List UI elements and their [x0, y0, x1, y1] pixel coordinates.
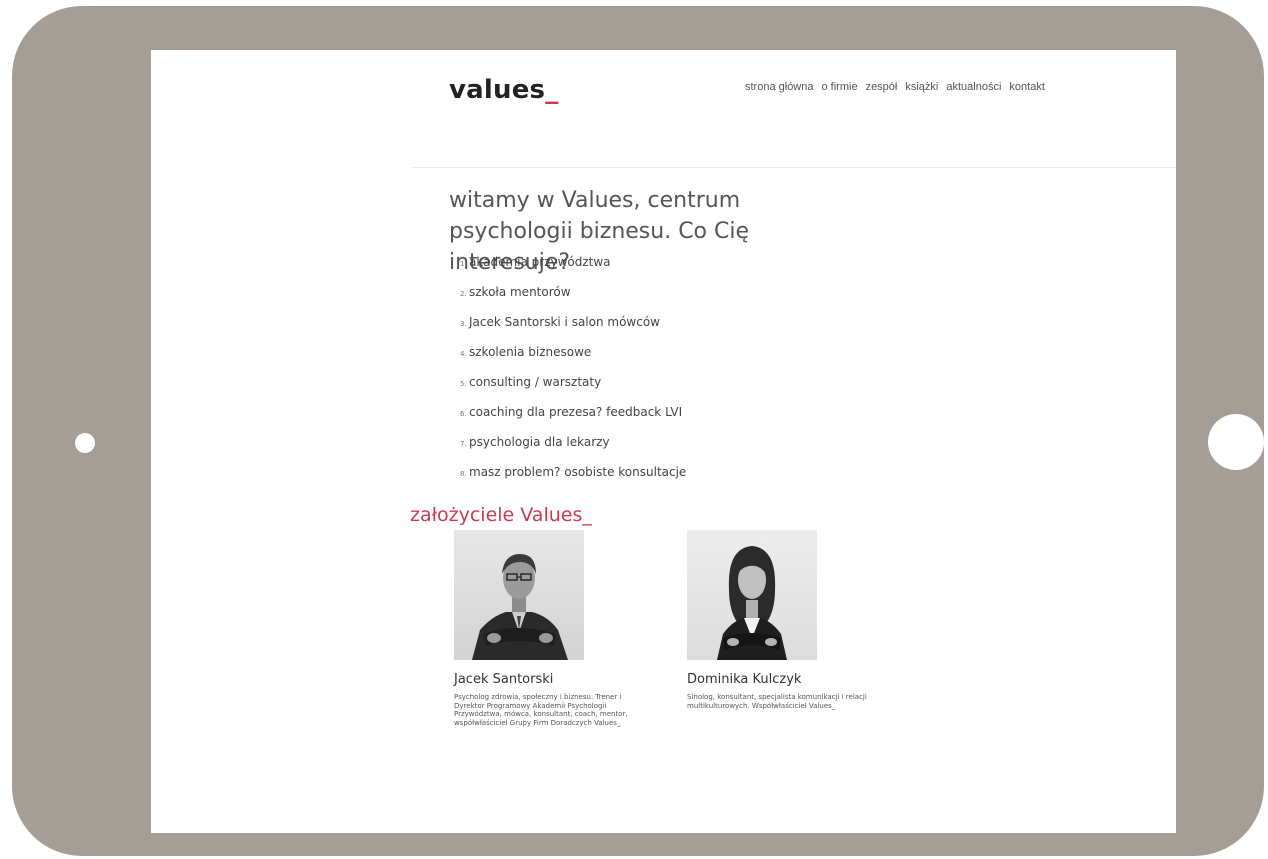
list-item-number: 1.: [460, 260, 467, 268]
nav-item-strona-glowna[interactable]: strona główna: [745, 81, 814, 93]
woman-portrait-icon: [717, 546, 787, 660]
founders-title: założyciele Values_: [410, 504, 592, 526]
list-item-number: 5.: [460, 380, 467, 388]
nav-item-zespol[interactable]: zespół: [866, 81, 898, 93]
founder-card-kulczyk: Dominika Kulczyk Sinolog, konsultant, sp…: [687, 530, 887, 710]
list-item-number: 3.: [460, 320, 467, 328]
man-portrait-icon: [472, 554, 568, 660]
list-item[interactable]: 4. szkolenia biznesowe: [460, 345, 686, 375]
list-item[interactable]: 6. coaching dla prezesa? feedback LVI: [460, 405, 686, 435]
list-item-number: 6.: [460, 410, 467, 418]
list-item-label: consulting / warsztaty: [469, 375, 602, 389]
nav-item-aktualnosci[interactable]: aktualności: [946, 81, 1001, 93]
list-item-label: masz problem? osobiste konsultacje: [469, 465, 687, 479]
nav-item-kontakt[interactable]: kontakt: [1009, 81, 1044, 93]
list-item-label: Jacek Santorski i salon mówców: [469, 315, 660, 329]
list-item-number: 2.: [460, 290, 467, 298]
logo-text: values: [449, 75, 546, 105]
nav-item-o-firmie[interactable]: o firmie: [822, 81, 858, 93]
list-item-label: coaching dla prezesa? feedback LVI: [469, 405, 683, 419]
founder-card-santorski: Jacek Santorski Psycholog zdrowia, społe…: [454, 530, 654, 727]
site-logo[interactable]: values_: [449, 75, 558, 105]
list-item-label: psychologia dla lekarzy: [469, 435, 610, 449]
founder-photo[interactable]: [454, 530, 584, 660]
founder-name[interactable]: Jacek Santorski: [454, 672, 654, 687]
list-item[interactable]: 2. szkoła mentorów: [460, 285, 686, 315]
list-item-label: szkolenia biznesowe: [469, 345, 592, 359]
main-nav: strona główna o firmie zespół książki ak…: [745, 81, 1045, 93]
list-item-label: akademia przywództwa: [469, 255, 611, 269]
list-item-number: 7.: [460, 440, 467, 448]
list-item-number: 4.: [460, 350, 467, 358]
list-item[interactable]: 7. psychologia dla lekarzy: [460, 435, 686, 465]
list-item[interactable]: 1. akademia przywództwa: [460, 255, 686, 285]
list-item[interactable]: 5. consulting / warsztaty: [460, 375, 686, 405]
list-item-number: 8.: [460, 470, 467, 478]
header-divider: [411, 167, 1176, 168]
founder-photo[interactable]: [687, 530, 817, 660]
tablet-screen: values_ strona główna o firmie zespół ks…: [151, 50, 1176, 833]
list-item-label: szkoła mentorów: [469, 285, 571, 299]
tablet-side-button[interactable]: [1208, 414, 1264, 470]
list-item[interactable]: 3. Jacek Santorski i salon mówców: [460, 315, 686, 345]
services-list: 1. akademia przywództwa 2. szkoła mentorów…: [460, 255, 686, 495]
founder-name[interactable]: Dominika Kulczyk: [687, 672, 887, 687]
logo-underscore: _: [545, 75, 559, 105]
tablet-frame: values_ strona główna o firmie zespół ks…: [12, 6, 1264, 856]
nav-item-ksiazki[interactable]: książki: [905, 81, 938, 93]
founder-bio: Psycholog zdrowia, społeczny i biznesu. …: [454, 693, 628, 727]
founder-bio: Sinolog, konsultant, specjalista komunik…: [687, 693, 867, 710]
list-item[interactable]: 8. masz problem? osobiste konsultacje: [460, 465, 686, 495]
tablet-home-button[interactable]: [75, 433, 95, 453]
